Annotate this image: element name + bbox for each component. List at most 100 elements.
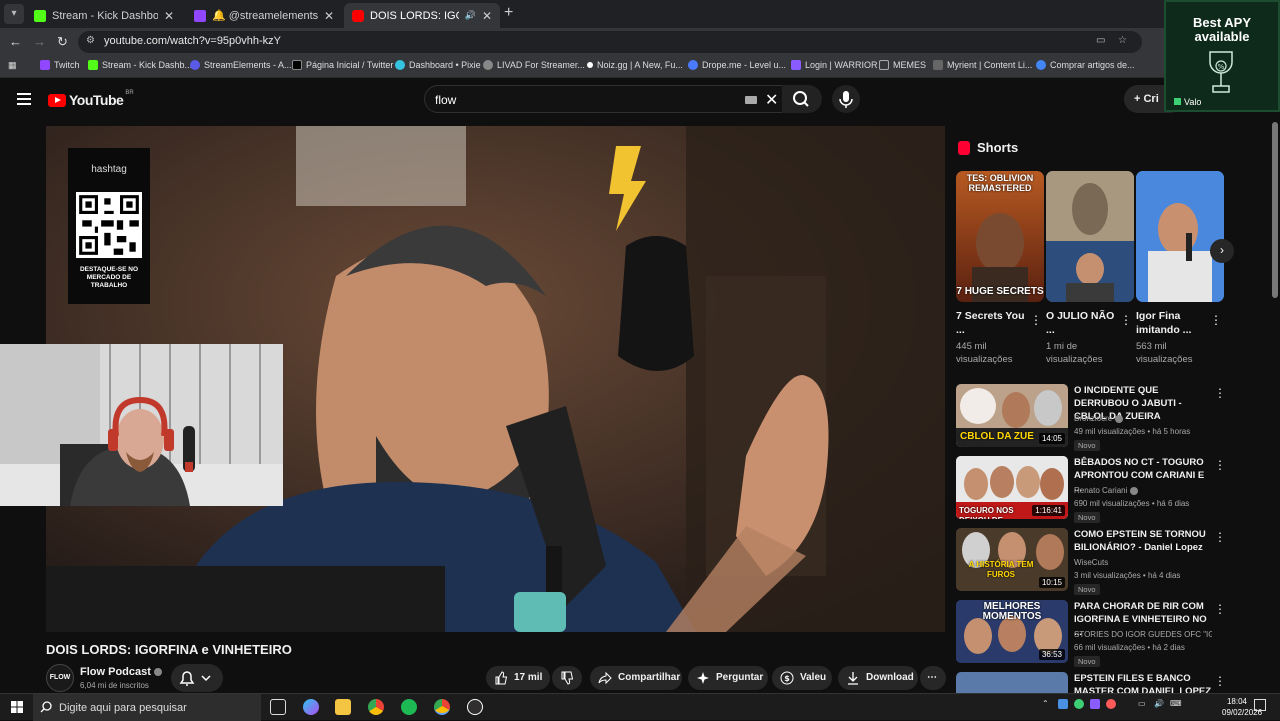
chrome-icon[interactable] [368,699,384,715]
bookmark-twitter[interactable]: Página Inicial / Twitter [292,60,393,70]
task-view-icon[interactable] [270,699,286,715]
close-tab-icon[interactable]: ✕ [164,9,174,23]
more-actions-button[interactable]: ⋯ [920,666,946,690]
more-vertical-icon[interactable]: ⋮ [1214,602,1226,616]
tray-app-icon[interactable] [1058,699,1068,709]
new-tab-button[interactable]: + [504,4,513,22]
more-vertical-icon[interactable]: ⋮ [1214,674,1226,688]
tab-search-button[interactable]: ▾ [4,4,24,24]
video-thumbnail[interactable]: A HISTÓRIA TEM FUROS 10:15 [956,528,1068,591]
video-thumbnail[interactable] [956,672,1068,693]
obs-icon[interactable] [467,699,483,715]
bookmark-warrior[interactable]: Login | WARRIOR [791,60,878,70]
short-item[interactable]: Igor Fina imitando ... 563 mil visualiza… [1136,171,1224,366]
bookmark-google[interactable]: Comprar artigos de... [1036,60,1135,70]
bookmark-pixie[interactable]: Dashboard • Pixie [395,60,481,70]
clear-search-icon[interactable]: ✕ [765,90,778,110]
dislike-button[interactable] [552,666,582,690]
channel-avatar[interactable]: FLOW [46,664,74,692]
ad-overlay[interactable]: Best APY available % Valo [1164,0,1280,112]
short-title[interactable]: Igor Fina imitando ... [1136,309,1206,337]
back-icon[interactable]: ← [9,34,22,49]
recommended-video[interactable]: CBLOL DA ZUE 14:05 O INCIDENTE QUE DERRU… [956,384,1226,451]
tab-streamelements[interactable]: 🔔 @streamelements mentioned ✕ [186,3,342,28]
short-item[interactable]: O JULIO NÃO ... 1 mi de visualizações ⋮ [1046,171,1134,366]
spotify-icon[interactable] [401,699,417,715]
tray-overflow-icon[interactable]: ⌃ [1042,699,1049,708]
channel-name[interactable]: STORIES DO IGOR GUEDES OFC "IGORFI... [1074,630,1212,639]
page-scrollbar[interactable] [1272,122,1278,298]
like-button[interactable]: 17 mil [486,666,550,690]
more-vertical-icon[interactable]: ⋮ [1214,530,1226,544]
mute-tab-icon[interactable]: 🔊 [465,10,476,21]
keyboard-icon[interactable] [745,96,757,104]
short-title[interactable]: 7 Secrets You ... [956,309,1026,337]
recommended-video[interactable]: A HISTÓRIA TEM FUROS 10:15 COMO EPSTEIN … [956,528,1226,595]
apps-grid-icon[interactable]: ▦ [8,60,17,71]
bookmark-folder-memes[interactable]: MEMES [879,60,926,70]
tab-youtube-active[interactable]: DOIS LORDS: IGORFINA e V 🔊 ✕ [344,3,500,28]
more-vertical-icon[interactable]: ⋮ [1214,458,1226,472]
video-thumbnail[interactable]: CBLOL DA ZUE 14:05 [956,384,1068,447]
menu-icon[interactable] [17,93,31,105]
ask-button[interactable]: Perguntar [688,666,768,690]
tray-app-icon[interactable] [1106,699,1116,709]
channel-name[interactable]: Bronziocre [1074,414,1124,423]
taskbar-search[interactable]: Digite aqui para pesquisar [33,694,261,721]
bookmark-star-icon[interactable]: ☆ [1118,35,1127,46]
notifications-icon[interactable] [1254,699,1266,711]
notification-bell-button[interactable] [171,664,223,692]
bookmark-myrient[interactable]: Myrient | Content Li... [933,60,1032,70]
address-bar[interactable]: ⚙ youtube.com/watch?v=95p0vhh-kzY ▭ ☆ [78,31,1142,53]
recommended-video[interactable]: EPSTEIN FILES E BANCO MASTER COM DANIEL … [956,672,1226,693]
short-title[interactable]: O JULIO NÃO ... [1046,309,1116,337]
youtube-logo[interactable]: YouTube BR [48,90,134,108]
channel-name[interactable]: WiseCuts [1074,558,1108,567]
bookmark-kick[interactable]: Stream - Kick Dashb... [88,60,192,70]
video-title[interactable]: COMO EPSTEIN SE TORNOU BILIONÁRIO? - Dan… [1074,528,1212,554]
tab-kick-dashboard[interactable]: Stream - Kick Dashboard ✕ [26,3,182,28]
keyboard-layout-icon[interactable]: ⌨ [1170,699,1182,708]
reload-icon[interactable]: ↻ [57,34,68,50]
copilot-icon[interactable] [303,699,319,715]
more-vertical-icon[interactable]: ⋮ [1214,386,1226,400]
more-vertical-icon[interactable]: ⋮ [1030,313,1042,327]
shorts-next-button[interactable]: › [1210,239,1234,263]
search-input[interactable]: flow ✕ [424,85,788,113]
bookmark-noiz[interactable]: Noiz.gg | A New, Fu... [587,60,683,70]
channel-name[interactable]: Renato Cariani [1074,486,1139,495]
close-tab-icon[interactable]: ✕ [482,9,492,23]
more-vertical-icon[interactable]: ⋮ [1120,313,1132,327]
video-thumbnail[interactable]: MELHORES MOMENTOS 36:53 [956,600,1068,663]
site-info-icon[interactable]: ⚙ [86,35,95,46]
recommended-video[interactable]: MELHORES MOMENTOS 36:53 PARA CHORAR DE R… [956,600,1226,667]
download-button[interactable]: Download [838,666,918,690]
volume-icon[interactable]: 🔊 [1154,699,1164,708]
search-button[interactable] [782,85,822,113]
more-vertical-icon[interactable]: ⋮ [1210,313,1222,327]
bookmark-streamelements[interactable]: StreamElements - A... [190,60,292,70]
recommended-video[interactable]: TOGURO NOS DEIXOU DE 1:16:41 BÊBADOS NO … [956,456,1226,523]
taskbar-clock[interactable]: 18:04 09/02/2026 [1222,696,1262,718]
share-button[interactable]: Compartilhar [590,666,682,690]
voice-search-button[interactable] [832,85,860,113]
tray-app-icon[interactable] [1090,699,1100,709]
bookmark-twitch[interactable]: Twitch [40,60,80,70]
file-explorer-icon[interactable] [335,699,351,715]
close-tab-icon[interactable]: ✕ [324,9,334,23]
chrome-active-icon[interactable] [434,699,450,715]
bookmark-drope[interactable]: Drope.me - Level u... [688,60,786,70]
bookmark-livad[interactable]: LIVAD For Streamer... [483,60,585,70]
tray-app-icon[interactable] [1074,699,1084,709]
cast-icon[interactable]: ▭ [1096,35,1105,46]
short-thumbnail[interactable] [1136,171,1224,302]
short-thumbnail[interactable]: TES: OBLIVION REMASTERED 7 HUGE SECRETS [956,171,1044,302]
video-thumbnail[interactable]: TOGURO NOS DEIXOU DE 1:16:41 [956,456,1068,519]
windows-start-icon[interactable] [11,701,23,713]
channel-name[interactable]: Flow Podcast [80,666,162,678]
short-thumbnail[interactable] [1046,171,1134,302]
video-title[interactable]: EPSTEIN FILES E BANCO MASTER COM DANIEL … [1074,672,1212,693]
network-icon[interactable]: ▭ [1138,699,1146,708]
thanks-button[interactable]: $ Valeu [772,666,832,690]
forward-icon[interactable]: → [33,34,46,49]
